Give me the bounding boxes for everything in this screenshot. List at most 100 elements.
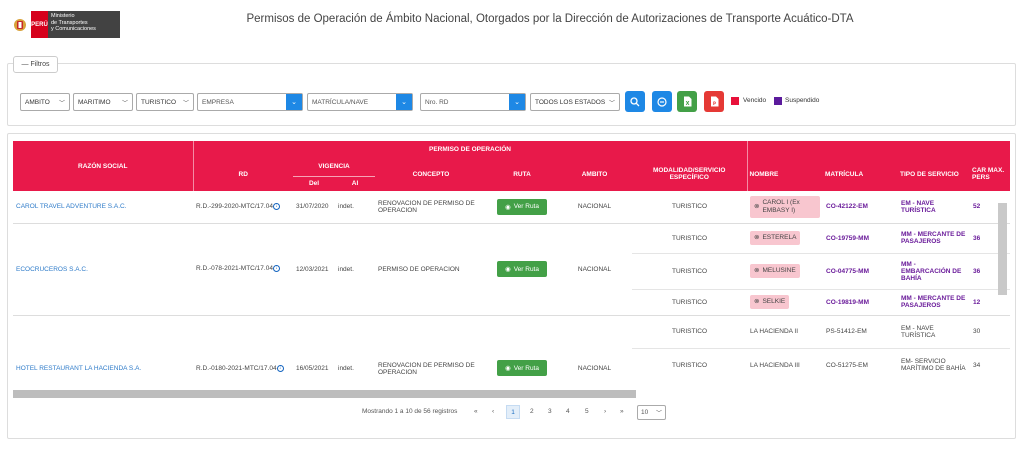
chevron-down-icon: ﹀: [655, 411, 662, 417]
close-circle-icon: ⊗: [754, 202, 760, 210]
tipo-servicio-value: EM- SERVICIO MARÍTIMO DE BAHÍA: [898, 347, 970, 382]
concepto-value: PERMISO DE OPERACION: [375, 222, 487, 315]
rd-value: R.D.-078-2021-MTC/17.04: [196, 265, 273, 273]
empresa-select[interactable]: EMPRESA ⌄: [197, 93, 303, 111]
page-1-button[interactable]: 1: [506, 405, 520, 419]
modalidad-value: TURISTICO: [632, 222, 747, 253]
table-row: ECOCRUCEROS S.A.C. R.D.-078-2021-MTC/17.…: [13, 222, 1010, 315]
servicio-select[interactable]: TURISTICO ﹀: [136, 93, 194, 111]
vessel-name: LA HACIENDA II: [747, 314, 823, 348]
vessel-name: LA HACIENDA III: [747, 347, 823, 382]
chevron-down-icon[interactable]: ⌄: [286, 94, 302, 110]
ambito-select[interactable]: AMBITO ﹀: [20, 93, 70, 111]
filters-toggle-label: Filtros: [30, 61, 50, 68]
chevron-down-icon: ﹀: [121, 101, 128, 107]
horizontal-scrollbar[interactable]: [13, 390, 636, 398]
clear-filters-button[interactable]: [652, 91, 672, 112]
excel-file-icon: X: [683, 96, 691, 107]
tipo-servicio-value: EM - NAVE TURÍSTICA: [901, 199, 936, 214]
col-car-max: CAR MAX. PERS: [970, 157, 1010, 191]
coat-of-arms-icon: [9, 11, 31, 38]
page-4-button[interactable]: 4: [566, 408, 570, 415]
tipo-servicio-value: MM - EMBARCACIÓN DE BAHÍA: [898, 252, 970, 289]
modalidad-value: TURISTICO: [632, 314, 747, 348]
legend-vencido-label: Vencido: [743, 97, 767, 104]
vessel-name: ESTERELA: [762, 234, 797, 241]
estado-select[interactable]: TODOS LOS ESTADOS ﹀: [530, 93, 620, 111]
logo-peru-text: PERÚ: [31, 11, 48, 38]
eye-icon: ◉: [505, 203, 511, 211]
col-ruta: RUTA: [487, 157, 557, 191]
al-value: indet.: [335, 222, 375, 315]
download-circle-icon[interactable]: ↓: [272, 203, 280, 211]
razon-social-link[interactable]: ECOCRUCEROS S.A.C.: [16, 266, 88, 273]
filters-toggle-button[interactable]: — Filtros: [13, 56, 58, 73]
ver-ruta-button[interactable]: ◉ Ver Ruta: [497, 360, 547, 376]
ambito-value: NACIONAL: [577, 203, 612, 211]
modalidad-value: TURISTICO: [671, 203, 708, 211]
svg-text:P: P: [713, 101, 716, 106]
matricula-value: CO-19819-MM: [823, 288, 898, 315]
del-value: 31/07/2020: [296, 203, 329, 211]
nro-rd-select[interactable]: Nro. RD ⌄: [420, 93, 526, 111]
last-page-button[interactable]: »: [620, 408, 624, 415]
table-row: CAROL TRAVEL ADVENTURE S.A.C. R.D.-299-2…: [13, 191, 1010, 223]
search-button[interactable]: [625, 91, 645, 112]
download-circle-icon[interactable]: ↓: [276, 364, 284, 372]
estado-select-value: TODOS LOS ESTADOS: [535, 98, 606, 106]
vessel-name-badge: ⊗ ESTERELA: [750, 231, 801, 245]
col-vigencia: VIGENCIA: [293, 157, 375, 177]
col-razon-social: RAZÓN SOCIAL: [13, 141, 193, 191]
export-pdf-button[interactable]: P: [704, 91, 724, 112]
legend-suspendido-label: Suspendido: [785, 97, 820, 104]
vertical-scrollbar[interactable]: [998, 203, 1007, 295]
page-2-button[interactable]: 2: [530, 408, 534, 415]
matricula-value: CO-51275-EM: [823, 347, 898, 382]
col-concepto: CONCEPTO: [375, 157, 487, 191]
page-size-select[interactable]: 10 ﹀: [637, 405, 666, 420]
tipo-select[interactable]: MARITIMO ﹀: [73, 93, 133, 111]
chevron-down-icon[interactable]: ⌄: [509, 94, 525, 110]
export-excel-button[interactable]: X: [677, 91, 697, 112]
chevron-down-icon[interactable]: ⌄: [396, 94, 412, 110]
matricula-placeholder: MATRÍCULA/NAVE: [312, 98, 369, 106]
next-page-button[interactable]: ›: [604, 408, 606, 415]
servicio-select-value: TURISTICO: [141, 98, 177, 106]
page-title: Permisos de Operación de Ámbito Nacional…: [246, 13, 854, 25]
download-circle-icon[interactable]: ↓: [272, 265, 280, 273]
tipo-select-value: MARITIMO: [78, 98, 111, 106]
eye-icon: ◉: [505, 266, 511, 273]
matricula-select[interactable]: MATRÍCULA/NAVE ⌄: [307, 93, 413, 111]
first-page-button[interactable]: «: [474, 408, 478, 415]
col-ambito: AMBITO: [557, 157, 632, 191]
vessel-name: SELKIE: [762, 298, 786, 305]
razon-social-link[interactable]: HOTEL RESTAURANT LA HACIENDA S.A.: [16, 365, 141, 372]
logo-ministry-text: Ministerio de Transportes y Comunicacion…: [48, 11, 120, 38]
pdf-file-icon: P: [710, 96, 718, 107]
chevron-down-icon: ﹀: [182, 101, 189, 107]
page-5-button[interactable]: 5: [585, 408, 589, 415]
pagination: Mostrando 1 a 10 de 56 registros « ‹ 1 2…: [0, 405, 1024, 421]
ver-ruta-button[interactable]: ◉ Ver Ruta: [497, 198, 547, 215]
col-rd: RD: [192, 157, 293, 191]
modalidad-value: TURISTICO: [632, 347, 747, 382]
nro-rd-placeholder: Nro. RD: [425, 98, 449, 106]
page-3-button[interactable]: 3: [548, 408, 552, 415]
modalidad-value: TURISTICO: [632, 288, 747, 315]
al-value: indet.: [335, 314, 375, 382]
razon-social-link[interactable]: CAROL TRAVEL ADVENTURE S.A.C.: [16, 203, 127, 210]
car-max-value: 30: [970, 314, 1010, 348]
tipo-servicio-value: MM - MERCANTE DE PASAJEROS: [898, 222, 970, 253]
concepto-value: RENOVACION DE PERMISO DE OPERACION: [375, 314, 487, 382]
close-circle-icon: ⊗: [754, 234, 760, 241]
prev-page-button[interactable]: ‹: [492, 408, 494, 415]
table-row: HOTEL RESTAURANT LA HACIENDA S.A. R.D.-0…: [13, 314, 1010, 382]
col-al: Al: [335, 176, 375, 191]
ver-ruta-button[interactable]: ◉ Ver Ruta: [497, 261, 547, 277]
vessel-name-badge: ⊗ CAROL I (Ex EMBASY I): [750, 195, 820, 218]
col-matricula: MATRÍCULA: [823, 157, 898, 191]
group-nave-header: [746, 141, 1010, 157]
empresa-placeholder: EMPRESA: [202, 98, 234, 106]
ambito-value: NACIONAL: [557, 314, 632, 382]
al-value: indet.: [338, 203, 354, 211]
